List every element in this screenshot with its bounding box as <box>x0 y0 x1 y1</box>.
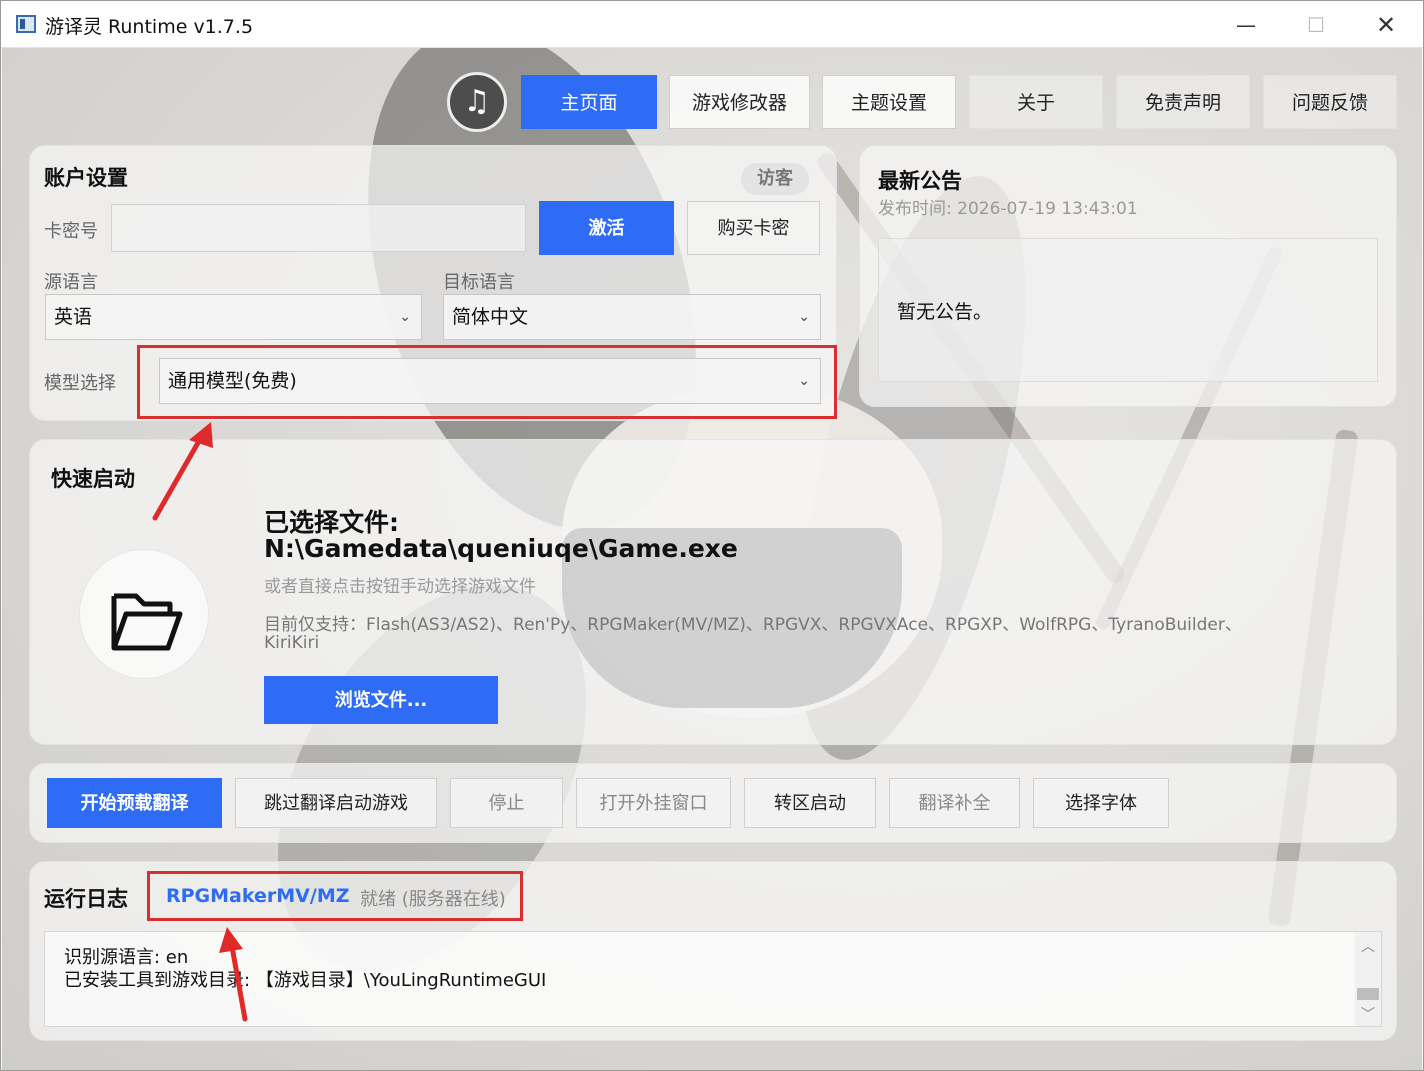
guest-badge: 访客 <box>741 163 809 195</box>
card-key-input[interactable] <box>111 204 526 252</box>
announcement-title: 最新公告 <box>878 169 962 193</box>
start-preload-translation-button[interactable]: 开始预载翻译 <box>47 778 222 828</box>
log-line: 已安装工具到游戏目录: 【游戏目录】\YouLingRuntimeGUI <box>64 970 547 991</box>
folder-button[interactable] <box>79 549 209 679</box>
model-label: 模型选择 <box>44 373 116 394</box>
account-title: 账户设置 <box>44 166 128 190</box>
source-language-label: 源语言 <box>44 272 98 293</box>
quick-start-title: 快速启动 <box>51 467 135 491</box>
source-language-select[interactable]: 英语 ⌄ <box>45 294 422 340</box>
scroll-thumb[interactable] <box>1357 988 1379 1000</box>
window-title: 游译灵 Runtime v1.7.5 <box>45 16 254 38</box>
buy-card-button[interactable]: 购买卡密 <box>687 201 820 255</box>
card-label: 卡密号 <box>44 221 98 242</box>
chevron-down-icon[interactable]: ﹀ <box>1361 1004 1375 1024</box>
annotation-arrow-icon <box>219 927 248 1022</box>
skip-translation-launch-button[interactable]: 跳过翻译启动游戏 <box>235 778 437 828</box>
tab-game-modifier[interactable]: 游戏修改器 <box>669 75 810 129</box>
close-button[interactable]: ✕ <box>1363 7 1409 43</box>
target-language-select[interactable]: 简体中文 ⌄ <box>443 294 821 340</box>
folder-open-icon <box>111 593 183 651</box>
browse-file-button[interactable]: 浏览文件... <box>264 676 498 724</box>
select-file-hint: 或者直接点击按钮手动选择游戏文件 <box>264 577 536 597</box>
annotation-arrow-icon <box>152 422 213 521</box>
selected-file-path: N:\Gamedata\queniuqe\Game.exe <box>264 534 738 563</box>
chevron-down-icon: ⌄ <box>399 309 411 325</box>
minimize-button[interactable]: — <box>1223 7 1269 43</box>
tab-disclaimer[interactable]: 免责声明 <box>1116 75 1250 129</box>
supported-engines-cont: KiriKiri <box>264 633 320 653</box>
target-language-label: 目标语言 <box>443 272 515 293</box>
open-overlay-window-button[interactable]: 打开外挂窗口 <box>576 778 731 828</box>
tab-theme-settings[interactable]: 主题设置 <box>822 75 956 129</box>
supported-engines: 目前仅支持：Flash(AS3/AS2)、Ren'Py、RPGMaker(MV/… <box>264 615 1242 635</box>
select-font-button[interactable]: 选择字体 <box>1033 778 1169 828</box>
status-highlight-box <box>147 871 523 921</box>
title-bar: 游译灵 Runtime v1.7.5 — ☐ ✕ <box>1 1 1423 48</box>
tab-feedback[interactable]: 问题反馈 <box>1263 75 1397 129</box>
maximize-button[interactable]: ☐ <box>1293 7 1339 43</box>
activate-button[interactable]: 激活 <box>539 201 674 255</box>
announcement-body: 暂无公告。 <box>897 301 993 323</box>
locale-launch-button[interactable]: 转区启动 <box>744 778 876 828</box>
source-language-value: 英语 <box>54 306 93 328</box>
tab-home[interactable]: 主页面 <box>521 75 657 129</box>
model-highlight-box <box>137 345 837 419</box>
app-window: 游译灵 Runtime v1.7.5 — ☐ ✕ ♫ 主页面 游戏修改器 主题设… <box>0 0 1424 1071</box>
chevron-down-icon: ⌄ <box>798 309 810 325</box>
announcement-published-time: 发布时间: 2026-07-19 13:43:01 <box>878 199 1138 219</box>
chevron-up-icon[interactable]: ︿ <box>1361 936 1375 956</box>
music-note-icon[interactable]: ♫ <box>447 72 507 132</box>
quick-start-panel <box>29 439 1397 745</box>
stop-button[interactable]: 停止 <box>450 778 563 828</box>
app-logo-icon <box>16 15 36 33</box>
tab-about[interactable]: 关于 <box>969 75 1103 129</box>
announcement-body-box: 暂无公告。 <box>878 238 1378 382</box>
log-title: 运行日志 <box>44 887 128 911</box>
translation-fill-button[interactable]: 翻译补全 <box>889 778 1020 828</box>
log-scrollbar[interactable]: ︿ ﹀ <box>1355 932 1381 1026</box>
target-language-value: 简体中文 <box>452 306 529 328</box>
